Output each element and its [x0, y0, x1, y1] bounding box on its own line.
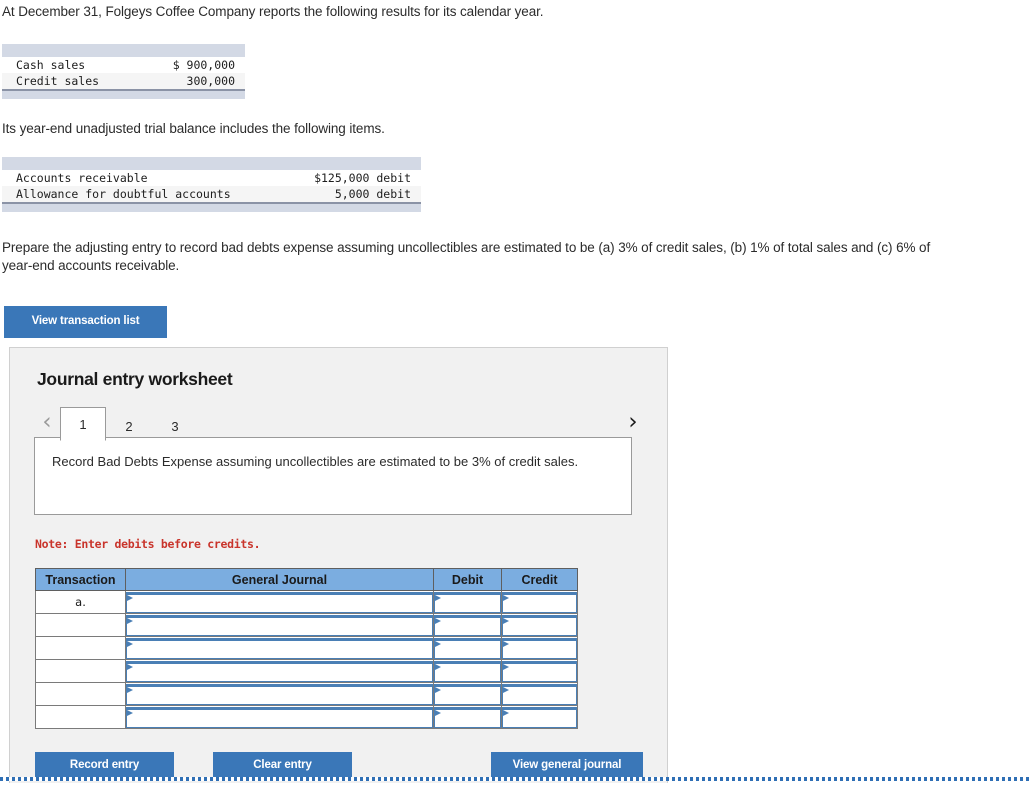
row-value: 300,000	[186, 74, 235, 88]
credit-field-0[interactable]	[502, 591, 577, 613]
table-row	[35, 613, 578, 637]
row-label: Allowance for doubtful accounts	[16, 187, 231, 201]
account-select-4[interactable]	[126, 683, 433, 705]
record-entry-button[interactable]: Record entry	[35, 752, 174, 780]
transaction-cell-0: a.	[35, 590, 126, 614]
column-header-credit: Credit	[501, 568, 578, 591]
table-header-band	[2, 44, 245, 57]
column-header-debit: Debit	[433, 568, 502, 591]
debit-field-5[interactable]	[434, 706, 501, 728]
general-journal-input-2[interactable]	[125, 636, 434, 660]
bottom-dotted-divider	[0, 777, 1029, 781]
journal-entry-worksheet-panel: Journal entry worksheet ‹ 1 2 3 › Record…	[9, 347, 668, 783]
transaction-cell-4	[35, 682, 126, 706]
general-journal-input-1[interactable]	[125, 613, 434, 637]
intro-paragraph: At December 31, Folgeys Coffee Company r…	[2, 4, 544, 19]
account-select-0[interactable]	[126, 591, 433, 613]
credit-input-0[interactable]	[501, 590, 578, 614]
tab-description-text: Record Bad Debts Expense assuming uncoll…	[52, 454, 579, 469]
worksheet-tab-strip: ‹ 1 2 3 ›	[34, 403, 646, 441]
credit-field-5[interactable]	[502, 706, 577, 728]
table-row: Accounts receivable $125,000 debit	[2, 170, 421, 186]
debit-input-1[interactable]	[433, 613, 502, 637]
debit-field-2[interactable]	[434, 637, 501, 659]
column-header-general-journal: General Journal	[125, 568, 434, 591]
account-select-2[interactable]	[126, 637, 433, 659]
trial-balance-table: Accounts receivable $125,000 debit Allow…	[2, 157, 421, 212]
transaction-cell-5	[35, 705, 126, 729]
general-journal-input-5[interactable]	[125, 705, 434, 729]
table-header-band	[2, 157, 421, 170]
general-journal-input-0[interactable]	[125, 590, 434, 614]
general-journal-input-3[interactable]	[125, 659, 434, 683]
account-select-5[interactable]	[126, 706, 433, 728]
debit-input-2[interactable]	[433, 636, 502, 660]
account-select-1[interactable]	[126, 614, 433, 636]
debit-input-3[interactable]	[433, 659, 502, 683]
table-row	[35, 636, 578, 660]
debits-before-credits-note: Note: Enter debits before credits.	[35, 537, 261, 551]
debit-field-3[interactable]	[434, 660, 501, 682]
table-row: Allowance for doubtful accounts 5,000 de…	[2, 186, 421, 202]
debit-field-0[interactable]	[434, 591, 501, 613]
debit-field-4[interactable]	[434, 683, 501, 705]
general-journal-input-4[interactable]	[125, 682, 434, 706]
table-row	[35, 705, 578, 729]
row-value: $125,000 debit	[314, 171, 411, 185]
row-label: Credit sales	[16, 74, 100, 88]
debit-input-5[interactable]	[433, 705, 502, 729]
row-label: Accounts receivable	[16, 171, 148, 185]
credit-field-1[interactable]	[502, 614, 577, 636]
task-instructions: Prepare the adjusting entry to record ba…	[2, 240, 931, 274]
credit-field-2[interactable]	[502, 637, 577, 659]
table-row	[35, 659, 578, 683]
trial-balance-paragraph: Its year-end unadjusted trial balance in…	[2, 121, 385, 136]
account-select-3[interactable]	[126, 660, 433, 682]
credit-field-3[interactable]	[502, 660, 577, 682]
table-row: Cash sales $ 900,000	[2, 57, 245, 73]
row-value: 5,000 debit	[334, 187, 411, 201]
transaction-cell-1	[35, 613, 126, 637]
sales-summary-table: Cash sales $ 900,000 Credit sales 300,00…	[2, 44, 245, 99]
view-transaction-list-button[interactable]: View transaction list	[4, 306, 167, 338]
transaction-cell-3	[35, 659, 126, 683]
table-row: a.	[35, 590, 578, 614]
table-row: Credit sales 300,000	[2, 73, 245, 89]
worksheet-title: Journal entry worksheet	[37, 369, 233, 389]
credit-input-4[interactable]	[501, 682, 578, 706]
journal-table-header-row: Transaction General Journal Debit Credit	[35, 568, 578, 591]
row-label: Cash sales	[16, 58, 86, 72]
debit-field-1[interactable]	[434, 614, 501, 636]
debit-input-0[interactable]	[433, 590, 502, 614]
tab-description-box: Record Bad Debts Expense assuming uncoll…	[34, 437, 632, 515]
table-row	[35, 682, 578, 706]
row-value: $ 900,000	[172, 58, 235, 72]
clear-entry-button[interactable]: Clear entry	[213, 752, 352, 780]
debit-input-4[interactable]	[433, 682, 502, 706]
credit-input-3[interactable]	[501, 659, 578, 683]
credit-input-2[interactable]	[501, 636, 578, 660]
journal-entry-table: Transaction General Journal Debit Credit…	[35, 568, 578, 729]
credit-input-5[interactable]	[501, 705, 578, 729]
tab-1[interactable]: 1	[60, 407, 106, 441]
table-footer-band	[2, 89, 245, 99]
table-footer-band	[2, 202, 421, 212]
credit-field-4[interactable]	[502, 683, 577, 705]
view-general-journal-button[interactable]: View general journal	[491, 752, 643, 780]
transaction-cell-2	[35, 636, 126, 660]
credit-input-1[interactable]	[501, 613, 578, 637]
column-header-transaction: Transaction	[35, 568, 126, 591]
